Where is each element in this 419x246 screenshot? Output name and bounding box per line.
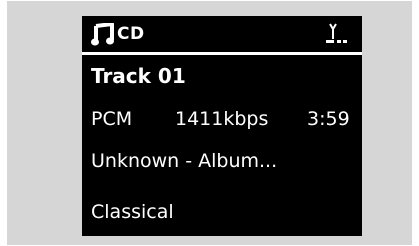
artist-album: Unknown - Album... <box>91 150 278 172</box>
header-divider <box>82 52 362 55</box>
audio-format: PCM <box>91 108 133 130</box>
device-screen: CD Track 01 PCM 1411kbps 3:59 Unknown - … <box>82 16 362 236</box>
track-title: Track 01 <box>91 64 186 88</box>
music-note-icon <box>91 22 115 47</box>
antenna-icon <box>322 22 350 46</box>
screen-header: CD <box>82 16 362 52</box>
bitrate: 1411kbps <box>175 108 269 130</box>
track-duration: 3:59 <box>307 108 350 130</box>
display-frame: CD Track 01 PCM 1411kbps 3:59 Unknown - … <box>7 1 412 245</box>
source-label: CD <box>117 24 145 44</box>
genre: Classical <box>91 201 174 223</box>
